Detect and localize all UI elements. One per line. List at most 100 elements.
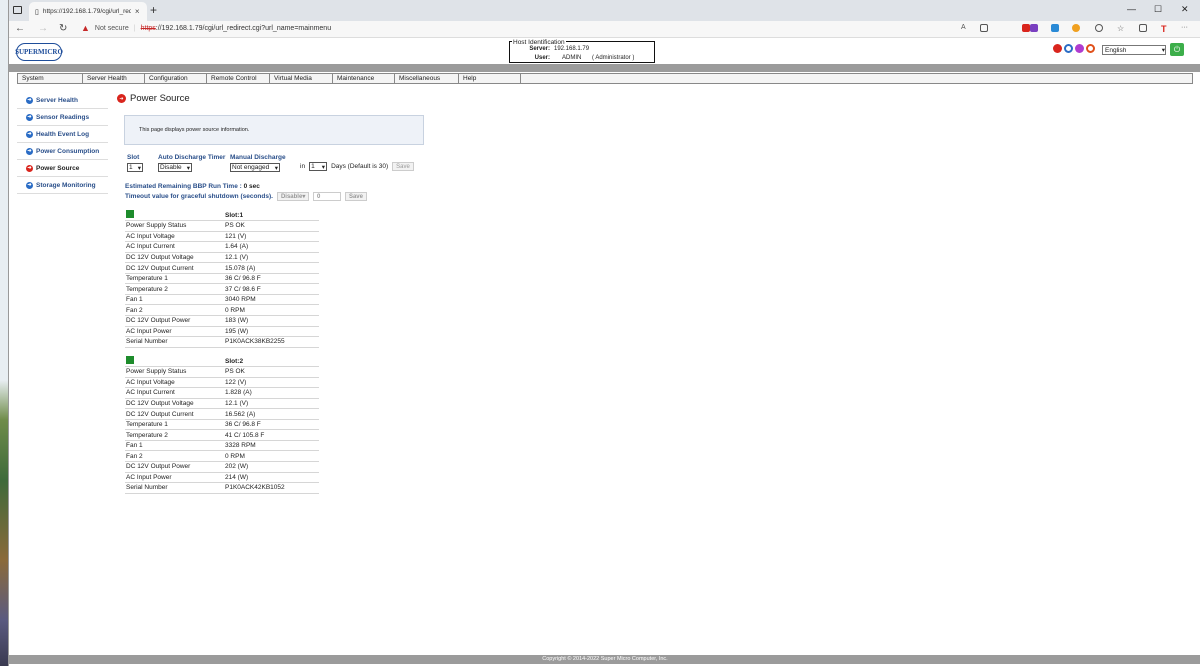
table-row: Temperature 1 36 C/ 96.8 F [125,419,319,431]
timeout-select[interactable]: Disable ▾ [276,192,309,201]
favorites-icon[interactable]: ☆ [1117,24,1125,33]
main-menu: System Server Health Configuration Remot… [17,73,1193,84]
browser-essentials-icon[interactable] [1095,24,1103,32]
main-content: ➜ Power Source This page displays power … [117,93,817,494]
slot1-table: Slot:1 Power Supply Status PS OK AC Input… [125,210,319,348]
sidebar-item-health-event-log[interactable]: ➜ Health Event Log [17,126,108,143]
menu-remote-control[interactable]: Remote Control [207,74,270,83]
menu-configuration[interactable]: Configuration [145,74,207,83]
url-field[interactable]: ▲ Not secure | https://192.168.1.79/cgi/… [81,23,331,33]
table-row: Slot:1 [125,210,319,222]
arrow-right-icon: ➜ [26,130,33,138]
table-row: AC Input Current 1.828 (A) [125,387,319,399]
table-row: Fan 20 RPM [125,304,319,316]
table-row: AC Input Voltage 121 (V) [125,231,319,243]
onenote-icon[interactable] [1030,24,1038,32]
status-ok-icon [126,210,134,219]
menu-help[interactable]: Help [459,74,521,83]
days-control: in 1 ▾ Days (Default is 30) Save [300,162,414,171]
more-menu-icon[interactable]: ··· [1181,24,1189,32]
menu-maintenance[interactable]: Maintenance [333,74,395,83]
menu-virtual-media[interactable]: Virtual Media [270,74,333,83]
minimize-icon[interactable]: — [1127,4,1136,14]
alert-icon[interactable] [1053,44,1062,53]
table-row: DC 12V Output Power 202 (W) [125,461,319,473]
timeout-label: Timeout value for graceful shutdown (sec… [125,193,273,200]
table-row: Slot:2 [125,356,319,368]
address-bar: ← → ↻ ▲ Not secure | https://192.168.1.7… [9,21,1200,38]
host-legend: Host Identification [512,39,566,46]
timeout-input[interactable]: 0 [312,192,341,201]
extension-red-icon[interactable] [1022,24,1030,32]
sidebar-item-sensor-readings[interactable]: ➜ Sensor Readings [17,109,108,126]
sidebar-item-storage-monitoring[interactable]: ➜ Storage Monitoring [17,177,108,194]
browser-tab[interactable]: ▯ https://192.168.1.79/cgi/url_redi × [29,2,147,21]
tab-title: https://192.168.1.79/cgi/url_redi [42,8,131,15]
chevron-down-icon: ▾ [321,163,326,171]
page-icon: ▯ [35,8,39,16]
chevron-down-icon: ▾ [137,164,141,172]
table-row: Power Supply Status PS OK [125,366,319,378]
wand-icon[interactable] [1075,44,1084,53]
slot-select[interactable]: 1 ▾ [127,163,143,172]
table-row: DC 12V Output Current 16.562 (A) [125,408,319,420]
table-row: Fan 1 3328 RPM [125,440,319,452]
browser-window: ▯ https://192.168.1.79/cgi/url_redi × + … [8,0,1200,666]
arrow-right-icon: ➜ [26,147,33,155]
maximize-icon[interactable]: ☐ [1154,4,1162,15]
menu-miscellaneous[interactable]: Miscellaneous [395,74,459,83]
collections-icon[interactable] [1139,24,1147,32]
status-ok-icon [126,356,134,365]
table-row: Serial Number P1K0ACK42KB1052 [125,482,319,494]
days-label: Days (Default is 30) [331,163,389,170]
refresh-icon[interactable]: ↻ [59,23,67,34]
bbp-runtime: Estimated Remaining BBP Run Time : 0 sec [125,183,260,190]
tab-close-icon[interactable]: × [135,7,140,16]
menu-server-health[interactable]: Server Health [83,74,145,83]
back-icon[interactable]: ← [15,23,25,34]
page-title: ➜ Power Source [117,93,817,104]
timer-select[interactable]: Disable ▾ [158,163,192,172]
logout-icon[interactable] [1086,44,1095,53]
slot2-header: Slot:2 [223,356,319,368]
days-select[interactable]: 1 ▾ [309,162,328,171]
sun-icon[interactable] [1072,24,1080,32]
sidebar: ➜ Server Health ➜ Sensor Readings ➜ Health … [17,92,108,194]
table-row: DC 12V Output Power 183 (W) [125,315,319,327]
menu-system[interactable]: System [18,74,83,83]
footer-copyright: Copyright © 2014-2022 Super Micro Comput… [9,655,1200,664]
sidebar-item-server-health[interactable]: ➜ Server Health [17,92,108,109]
slot1-header: Slot:1 [223,210,319,222]
table-row: DC 12V Output Voltage 12.1 (V) [125,252,319,264]
language-select[interactable]: English ▾ [1102,45,1166,55]
table-row: Fan 1 3040 RPM [125,294,319,306]
sidebar-item-power-consumption[interactable]: ➜ Power Consumption [17,143,108,160]
slot-label: Slot [127,154,140,161]
bmc-page: SUPERMICRO Host Identification Server: 1… [9,38,1200,666]
table-row: DC 12V Output Current 15.078 (A) [125,262,319,274]
slot2-table: Slot:2 Power Supply Status PS OK AC Input… [125,356,319,494]
forward-icon[interactable]: → [38,23,48,34]
url-text: ://192.168.1.79/cgi/url_redirect.cgi?url… [155,24,332,32]
refresh-page-icon[interactable] [1064,44,1073,53]
sidebar-item-power-source[interactable]: ➜ Power Source [17,160,108,177]
close-window-icon[interactable]: ✕ [1181,4,1189,15]
new-tab-button[interactable]: + [150,3,157,17]
read-aloud-icon[interactable]: A [961,24,969,32]
language-value: English [1105,46,1127,54]
power-icon[interactable]: ⏻ [1170,43,1184,56]
slot-control: Slot 1 ▾ [127,154,143,172]
chevron-down-icon: ▾ [302,194,306,200]
table-row: AC Input Power 195 (W) [125,326,319,338]
calendar-icon[interactable] [1051,24,1059,32]
table-row: Temperature 1 36 C/ 96.8 F [125,273,319,285]
timer-label: Auto Discharge Timer [158,154,226,161]
tab-actions-icon[interactable] [13,6,22,14]
app-icon[interactable] [980,24,988,32]
manual-select[interactable]: Not engaged ▾ [230,163,280,172]
save-button[interactable]: Save [392,162,414,171]
url-scheme: https [140,24,156,32]
timeout-save-button[interactable]: Save [344,192,367,201]
profile-t-icon[interactable]: T [1161,24,1169,34]
in-label: in [300,163,306,170]
